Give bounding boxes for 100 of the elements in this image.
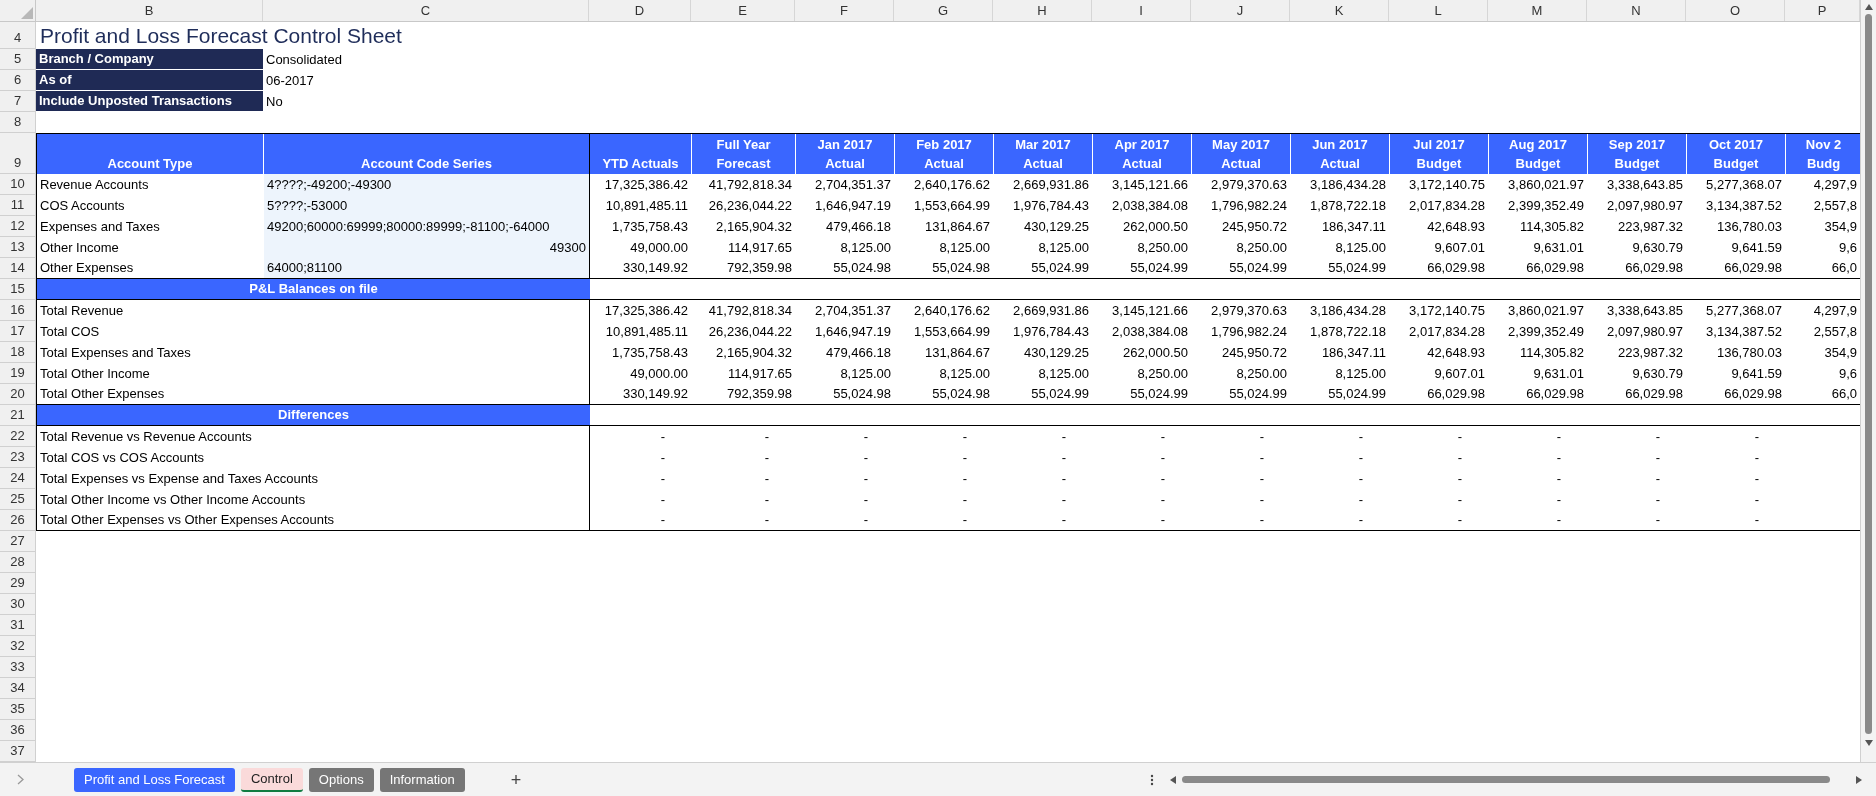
- table-cell-text: 42,648.93: [1426, 343, 1486, 362]
- table-cell-text: 8,125.00: [1334, 238, 1387, 257]
- row-number[interactable]: 30: [0, 594, 36, 615]
- row-number[interactable]: 35: [0, 699, 36, 720]
- table-cell-text: 9,607.01: [1433, 364, 1486, 383]
- row-number[interactable]: 34: [0, 678, 36, 699]
- scrollbar-thumb[interactable]: [1865, 14, 1872, 734]
- column-header[interactable]: J: [1191, 0, 1290, 21]
- row-number[interactable]: 11: [0, 195, 36, 216]
- row-number[interactable]: 21: [0, 405, 36, 426]
- table-cell-text: 131,864.67: [923, 343, 991, 362]
- column-header[interactable]: G: [894, 0, 993, 21]
- table-cell-text: 136,780.03: [1715, 217, 1783, 236]
- table-cell-text: 66,029.98: [1723, 385, 1783, 404]
- row-label: Total Revenue: [37, 300, 590, 321]
- row-number[interactable]: 17: [0, 321, 36, 342]
- sheet-tab[interactable]: Information: [379, 767, 465, 792]
- row-number[interactable]: 14: [0, 258, 36, 279]
- table-cell-text: -: [1357, 511, 1364, 530]
- column-header[interactable]: I: [1092, 0, 1191, 21]
- table-cell-text: -: [763, 511, 770, 530]
- table-cell-text: 262,000.50: [1121, 217, 1189, 236]
- sheet-tab[interactable]: Control: [240, 767, 303, 792]
- row-number[interactable]: 25: [0, 489, 36, 510]
- row-number[interactable]: 9: [0, 133, 36, 174]
- table-cell-text: 1,976,784.43: [1012, 322, 1090, 341]
- column-header[interactable]: E: [691, 0, 795, 21]
- row-number[interactable]: 8: [0, 112, 36, 133]
- table-cell-text: 55,024.99: [1228, 385, 1288, 404]
- table-cell-text: 9,630.79: [1631, 238, 1684, 257]
- parameter-value[interactable]: No: [263, 91, 589, 112]
- row-number[interactable]: 24: [0, 468, 36, 489]
- table-cell-text: 9,631.01: [1532, 238, 1585, 257]
- scroll-right-icon[interactable]: [1856, 775, 1862, 784]
- table-cell-text: 792,359.98: [725, 385, 793, 404]
- scroll-down-icon[interactable]: [1864, 740, 1873, 746]
- row-label: Total Expenses and Taxes: [37, 342, 590, 363]
- row-number[interactable]: 4: [0, 22, 36, 49]
- table-cell[interactable]: 5????;-53000: [264, 195, 590, 216]
- table-cell[interactable]: 4????;-49200;-49300: [264, 174, 590, 195]
- table-cell-text: 2,097,980.97: [1606, 196, 1684, 215]
- row-number[interactable]: 6: [0, 70, 36, 91]
- column-header[interactable]: H: [993, 0, 1092, 21]
- sheet-tab[interactable]: Options: [308, 767, 374, 792]
- row-number[interactable]: 26: [0, 510, 36, 531]
- table-cell[interactable]: 49300: [264, 237, 590, 258]
- row-number[interactable]: 5: [0, 49, 36, 70]
- row-number[interactable]: 20: [0, 384, 36, 405]
- parameter-value[interactable]: 06-2017: [263, 70, 589, 91]
- column-header[interactable]: F: [795, 0, 894, 21]
- table-cell-text: 354,9: [1823, 217, 1858, 236]
- row-label: Total Expenses vs Expense and Taxes Accounts: [37, 468, 590, 489]
- row-number[interactable]: 33: [0, 657, 36, 678]
- column-header[interactable]: N: [1587, 0, 1686, 21]
- scroll-left-icon[interactable]: [1170, 775, 1176, 784]
- table-cell-text: 3,134,387.52: [1705, 196, 1783, 215]
- parameter-value[interactable]: Consolidated: [263, 49, 589, 70]
- row-number[interactable]: 18: [0, 342, 36, 363]
- row-number[interactable]: 13: [0, 237, 36, 258]
- row-number[interactable]: 10: [0, 174, 36, 195]
- column-header[interactable]: C: [263, 0, 589, 21]
- column-header[interactable]: K: [1290, 0, 1389, 21]
- scroll-up-icon[interactable]: [1864, 4, 1873, 10]
- column-header[interactable]: D: [589, 0, 691, 21]
- row-number[interactable]: 16: [0, 300, 36, 321]
- row-number[interactable]: 12: [0, 216, 36, 237]
- row-number[interactable]: 15: [0, 279, 36, 300]
- column-header[interactable]: L: [1389, 0, 1488, 21]
- row-number[interactable]: 27: [0, 531, 36, 552]
- table-cell[interactable]: 64000;81100: [264, 258, 590, 278]
- row-number[interactable]: 37: [0, 741, 36, 762]
- row-number[interactable]: 32: [0, 636, 36, 657]
- column-header[interactable]: M: [1488, 0, 1587, 21]
- vertical-scrollbar[interactable]: [1860, 0, 1876, 762]
- row-number[interactable]: 36: [0, 720, 36, 741]
- column-header: Mar 2017 Actual: [994, 134, 1093, 174]
- column-header[interactable]: B: [36, 0, 263, 21]
- row-number[interactable]: 31: [0, 615, 36, 636]
- table-cell-text: -: [961, 427, 968, 446]
- row-label: Total Revenue vs Revenue Accounts: [37, 426, 590, 447]
- table-cell-text: 42,648.93: [1426, 217, 1486, 236]
- table-cell-text: 55,024.99: [1228, 259, 1288, 278]
- table-cell[interactable]: 49200;60000:69999;80000:89999;-81100;-64000: [264, 216, 590, 237]
- row-label: Total Other Expenses vs Other Expenses Accounts: [37, 510, 590, 530]
- more-options-icon[interactable]: [1150, 773, 1154, 786]
- row-number[interactable]: 28: [0, 552, 36, 573]
- row-number[interactable]: 22: [0, 426, 36, 447]
- horizontal-scrollbar-thumb[interactable]: [1182, 776, 1830, 783]
- column-header[interactable]: O: [1686, 0, 1785, 21]
- table-cell-text: 8,125.00: [1037, 238, 1090, 257]
- sheet-tab[interactable]: Profit and Loss Forecast: [74, 767, 235, 792]
- row-number[interactable]: 23: [0, 447, 36, 468]
- table-cell-text: -: [1159, 469, 1166, 488]
- table-cell-text: -: [862, 490, 869, 509]
- row-number[interactable]: 29: [0, 573, 36, 594]
- table-cell-text: -: [1060, 490, 1067, 509]
- table-cell-text: 66,0: [1830, 259, 1858, 278]
- row-number[interactable]: 19: [0, 363, 36, 384]
- add-sheet-button[interactable]: +: [510, 770, 522, 789]
- row-number[interactable]: 7: [0, 91, 36, 112]
